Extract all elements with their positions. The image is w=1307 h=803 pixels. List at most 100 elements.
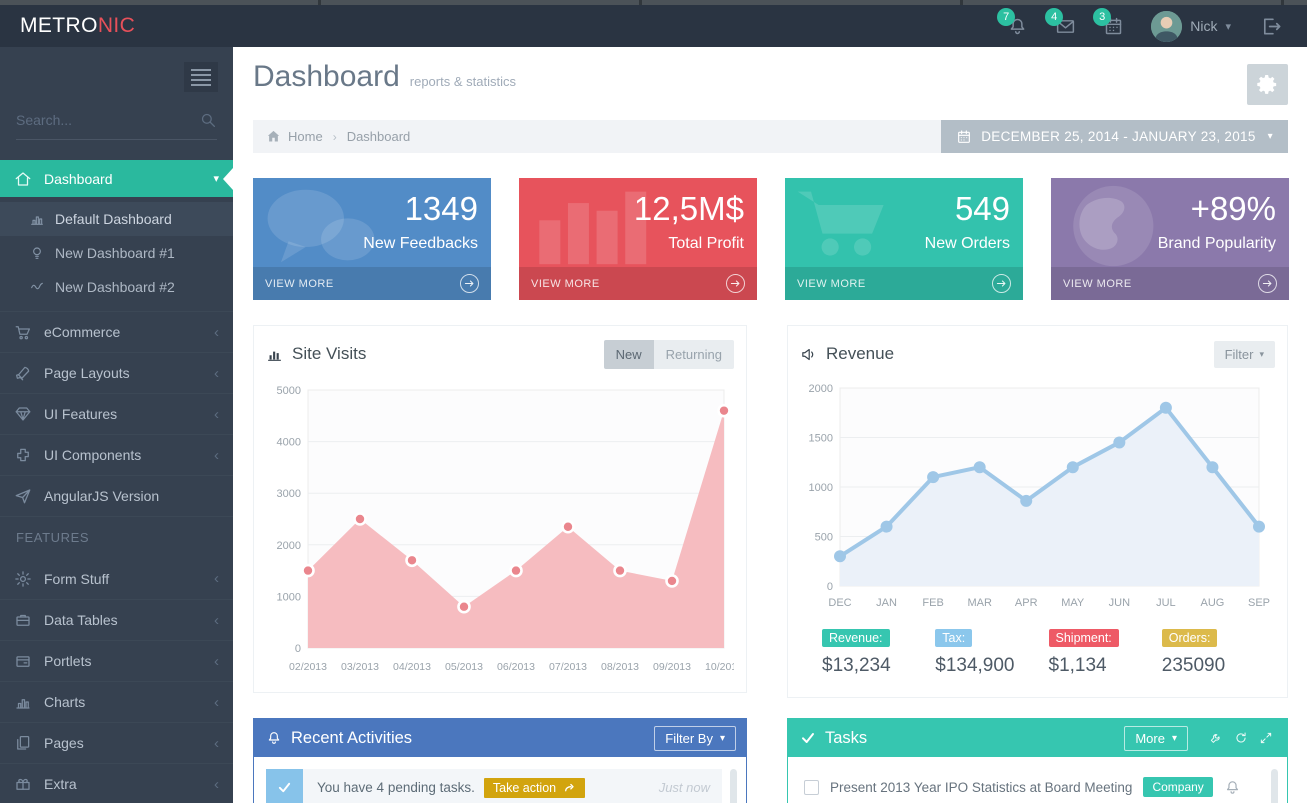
filter-by-button[interactable]: Filter By ▾ [654, 726, 736, 751]
svg-text:AUG: AUG [1201, 597, 1225, 609]
sidebar-item-dashboard[interactable]: Dashboard ▾ [0, 160, 233, 197]
logout-button[interactable] [1260, 15, 1283, 38]
toggle-new-button[interactable]: New [604, 340, 654, 369]
sidebar-item-label: Data Tables [44, 612, 118, 628]
svg-text:4000: 4000 [277, 437, 301, 449]
sidebar-item-label: New Dashboard #1 [55, 245, 175, 261]
svg-text:5000: 5000 [277, 385, 301, 397]
theme-settings-button[interactable] [1247, 64, 1288, 105]
sidebar-item-portlets[interactable]: Portlets ‹ [0, 640, 233, 681]
sidebar-item-data-tables[interactable]: Data Tables ‹ [0, 599, 233, 640]
avatar [1151, 11, 1182, 42]
sidebar-item-ui-components[interactable]: UI Components ‹ [0, 434, 233, 475]
task-checkbox[interactable] [804, 780, 819, 795]
chevron-left-icon: ‹ [214, 653, 219, 670]
sidebar-section-heading: FEATURES [0, 516, 233, 558]
sidebar-item-label: Default Dashboard [55, 211, 172, 227]
revenue-filter-button[interactable]: Filter ▾ [1214, 341, 1275, 368]
megaphone-icon [800, 346, 817, 363]
date-range-picker[interactable]: DECEMBER 25, 2014 - JANUARY 23, 2015 ▾ [941, 120, 1288, 153]
bell-icon[interactable] [1224, 779, 1241, 796]
view-more-link[interactable]: VIEW MORE [531, 278, 600, 290]
arrow-circle-icon[interactable] [460, 274, 479, 293]
sidebar-toggler-icon[interactable] [184, 62, 218, 92]
stat-card-new-orders[interactable]: 549 New Orders VIEW MORE [785, 178, 1023, 300]
stat-card-brand-popularity[interactable]: +89% Brand Popularity VIEW MORE [1051, 178, 1289, 300]
wrench-icon[interactable] [1209, 731, 1223, 745]
todo-button[interactable]: 3 [1103, 16, 1124, 37]
arrow-circle-icon[interactable] [1258, 274, 1277, 293]
logo[interactable]: METRONIC [0, 14, 233, 38]
notifications-button[interactable]: 7 [1007, 16, 1028, 37]
sidebar-item-extra[interactable]: Extra ‹ [0, 763, 233, 803]
sidebar-item-ui-features[interactable]: UI Features ‹ [0, 393, 233, 434]
scrollbar[interactable] [1271, 769, 1278, 803]
gear-icon [14, 570, 32, 588]
page-subtitle: reports & statistics [410, 74, 516, 89]
arrow-circle-icon[interactable] [726, 274, 745, 293]
cart-icon [14, 323, 32, 341]
sidebar-item-default-dashboard[interactable]: Default Dashboard [0, 202, 233, 236]
sidebar-item-label: Form Stuff [44, 571, 109, 587]
task-badge: Company [1143, 777, 1212, 797]
stat-label: Brand Popularity [1158, 235, 1276, 253]
main-content: Dashboard reports & statistics Home › Da… [233, 47, 1307, 803]
user-menu[interactable]: Nick ▾ [1151, 11, 1231, 42]
chevron-left-icon: ‹ [214, 612, 219, 629]
view-more-link[interactable]: VIEW MORE [1063, 278, 1132, 290]
arrow-circle-icon[interactable] [992, 274, 1011, 293]
svg-text:2000: 2000 [277, 540, 301, 552]
tax-stat-badge: Tax: [935, 629, 972, 647]
trend-line-icon [29, 279, 45, 295]
toggle-returning-button[interactable]: Returning [654, 340, 734, 369]
sidebar-item-page-layouts[interactable]: Page Layouts ‹ [0, 352, 233, 393]
breadcrumb: Home › Dashboard DECEMBER 25, 2014 - JAN… [253, 120, 1288, 153]
portlet-title: Revenue [826, 344, 894, 364]
scrollbar[interactable] [730, 769, 737, 803]
svg-text:JUL: JUL [1156, 597, 1176, 609]
sidebar-item-label: eCommerce [44, 324, 120, 340]
sidebar-item-pages[interactable]: Pages ‹ [0, 722, 233, 763]
sidebar-item-angularjs-version[interactable]: AngularJS Version [0, 475, 233, 516]
stat-label: New Feedbacks [363, 235, 478, 253]
shipment-stat-badge: Shipment: [1049, 629, 1119, 647]
sidebar: Dashboard ▾ Default Dashboard New Dashbo… [0, 47, 233, 803]
view-more-link[interactable]: VIEW MORE [797, 278, 866, 290]
svg-text:500: 500 [815, 532, 833, 544]
sidebar-menu: Dashboard ▾ Default Dashboard New Dashbo… [0, 160, 233, 803]
stat-value: 1349 [405, 190, 478, 228]
stat-card-total-profit[interactable]: 12,5M$ Total Profit VIEW MORE [519, 178, 757, 300]
view-more-link[interactable]: VIEW MORE [265, 278, 334, 290]
sidebar-item-label: UI Components [44, 447, 141, 463]
inbox-button[interactable]: 4 [1055, 16, 1076, 37]
svg-text:03/2013: 03/2013 [341, 661, 379, 673]
chevron-left-icon: ‹ [214, 447, 219, 464]
search-input[interactable] [16, 112, 199, 128]
globe-icon [1055, 184, 1185, 268]
chevron-left-icon: ‹ [214, 365, 219, 382]
paper-plane-icon [14, 487, 32, 505]
chevron-down-icon: ▾ [1225, 20, 1231, 33]
take-action-button[interactable]: Take action [484, 778, 585, 798]
search-icon[interactable] [199, 111, 217, 129]
orders-stat-badge: Orders: [1162, 629, 1218, 647]
page-title: Dashboard [253, 60, 400, 94]
activity-row[interactable]: You have 4 pending tasks. Take action Ju… [266, 769, 722, 803]
expand-icon[interactable] [1259, 731, 1273, 745]
svg-text:06/2013: 06/2013 [497, 661, 535, 673]
more-button[interactable]: More ▾ [1124, 726, 1188, 751]
sidebar-item-charts[interactable]: Charts ‹ [0, 681, 233, 722]
orders-stat-value: 235090 [1162, 655, 1275, 677]
task-row[interactable]: Present 2013 Year IPO Statistics at Boar… [804, 777, 1255, 797]
sidebar-item-new-dashboard-1[interactable]: New Dashboard #1 [0, 236, 233, 270]
revenue-portlet: Revenue Filter ▾ 0500100015002000DECJANF… [787, 325, 1288, 698]
stat-card-new-feedbacks[interactable]: 1349 New Feedbacks VIEW MORE [253, 178, 491, 300]
revenue-stat-badge: Revenue: [822, 629, 890, 647]
refresh-icon[interactable] [1234, 731, 1248, 745]
sidebar-item-ecommerce[interactable]: eCommerce ‹ [0, 311, 233, 352]
chevron-left-icon: ‹ [214, 776, 219, 793]
breadcrumb-home-link[interactable]: Home [288, 129, 323, 144]
sidebar-item-new-dashboard-2[interactable]: New Dashboard #2 [0, 270, 233, 304]
redo-arrow-icon [563, 781, 576, 794]
sidebar-item-form-stuff[interactable]: Form Stuff ‹ [0, 558, 233, 599]
